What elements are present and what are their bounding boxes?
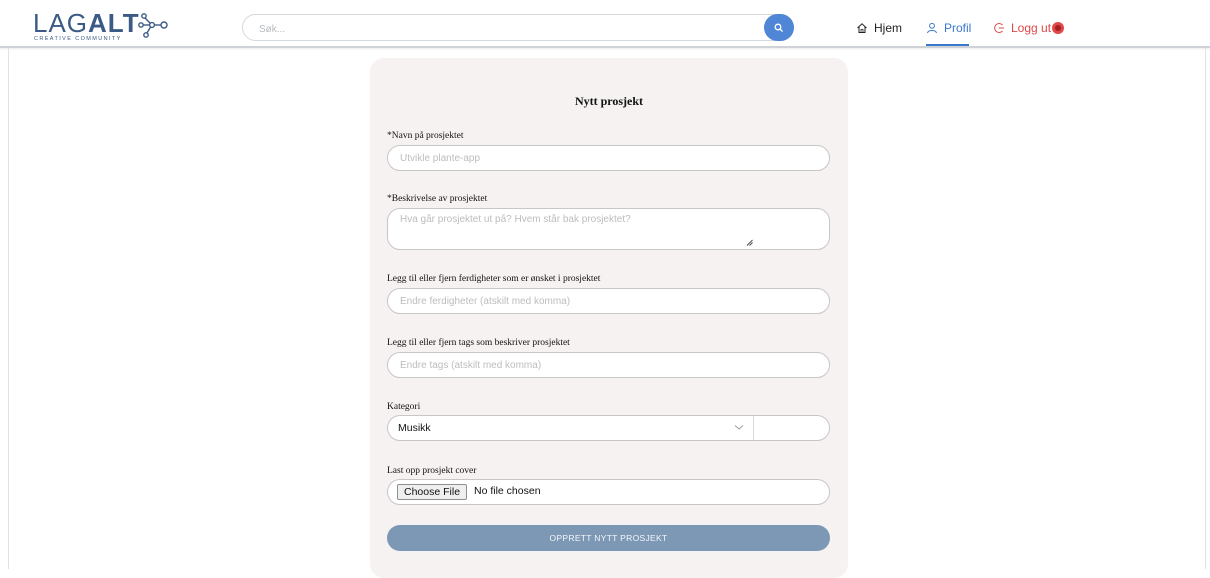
molecule-logo-icon	[138, 13, 168, 38]
logo[interactable]: LAGALT CREATIVE COMMUNITY	[33, 10, 173, 44]
project-name-field	[387, 145, 830, 171]
category-field: Musikk	[387, 415, 830, 441]
skills-field	[387, 288, 830, 314]
new-project-form: Nytt prosjekt *Navn på prosjektet *Beskr…	[370, 58, 848, 578]
resize-handle-icon[interactable]	[746, 239, 753, 246]
notification-badge	[1052, 22, 1065, 34]
chevron-down-icon	[734, 425, 744, 430]
nav-home-label: Hjem	[874, 21, 903, 35]
user-icon	[927, 22, 937, 34]
category-selected-value: Musikk	[398, 422, 431, 434]
active-tab-indicator	[926, 44, 969, 46]
tags-field	[387, 352, 830, 378]
skills-input[interactable]	[400, 294, 810, 309]
project-name-input[interactable]	[400, 151, 810, 166]
nav-profile-label: Profil	[944, 21, 972, 35]
nav-profile[interactable]: Profil	[926, 17, 971, 39]
search-icon	[774, 23, 784, 32]
logout-icon	[994, 23, 1004, 33]
category-select[interactable]: Musikk	[388, 416, 754, 440]
top-navbar: LAGALT CREATIVE COMMUNITY Hjem	[0, 0, 1210, 48]
description-field	[387, 208, 830, 250]
form-title: Nytt prosjekt	[574, 94, 644, 108]
logo-tagline: CREATIVE COMMUNITY	[34, 36, 122, 42]
project-name-label: *Navn på prosjektet	[387, 131, 464, 141]
home-icon	[857, 23, 867, 33]
page-right-border	[1205, 48, 1206, 569]
cover-label: Last opp prosjekt cover	[387, 466, 477, 476]
nav-home[interactable]: Hjem	[856, 17, 902, 39]
search-button[interactable]	[764, 14, 794, 41]
page-left-border	[8, 48, 9, 569]
choose-file-button[interactable]: Choose File	[397, 484, 468, 500]
cover-field: Choose File No file chosen	[387, 479, 830, 505]
file-status: No file chosen	[474, 485, 541, 497]
search-input[interactable]	[257, 20, 761, 38]
tags-input[interactable]	[400, 358, 810, 373]
create-project-button[interactable]: OPPRETT NYTT PROSJEKT	[387, 525, 830, 551]
nav-logout-label: Logg ut	[1011, 21, 1052, 35]
search-bar	[242, 14, 794, 41]
nav-logout[interactable]: Logg ut	[993, 17, 1065, 39]
logo-wordmark: LAGALT	[33, 8, 140, 38]
tags-label: Legg til eller fjern tags som beskriver …	[387, 338, 570, 348]
description-label: *Beskrivelse av prosjektet	[387, 194, 488, 204]
skills-label: Legg til eller fjern ferdigheter som er …	[387, 274, 601, 284]
category-label: Kategori	[387, 402, 421, 412]
